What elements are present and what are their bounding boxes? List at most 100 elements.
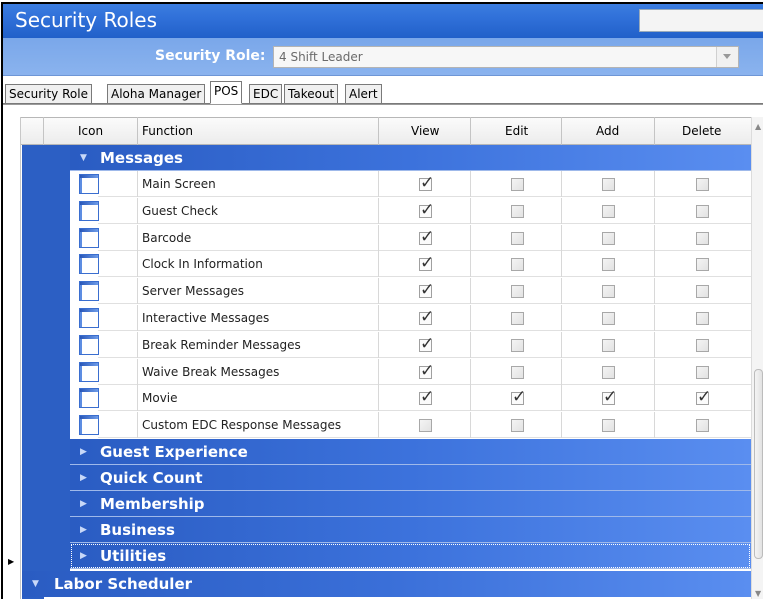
group-indent-bar: [44, 145, 70, 572]
edit-checkbox[interactable]: [511, 204, 524, 218]
column-header-add[interactable]: Add: [596, 117, 619, 145]
group-row-guest-experience[interactable]: ▶ Guest Experience: [70, 439, 751, 465]
function-name: Waive Break Messages: [142, 364, 280, 379]
scroll-up-icon[interactable]: ▲: [755, 122, 761, 131]
group-label: Utilities: [100, 547, 167, 565]
edit-checkbox[interactable]: [511, 419, 524, 433]
column-header-icon[interactable]: Icon: [78, 117, 103, 145]
edit-checkbox[interactable]: [511, 285, 524, 299]
edit-checkbox[interactable]: [511, 258, 524, 272]
add-checkbox[interactable]: [602, 338, 615, 352]
function-name: Guest Check: [142, 203, 218, 218]
edit-checkbox[interactable]: [511, 387, 526, 407]
table-row[interactable]: Server Messages: [70, 278, 751, 305]
delete-checkbox[interactable]: [696, 312, 709, 325]
group-row-business[interactable]: ▶ Business: [70, 517, 751, 543]
group-label: Guest Experience: [100, 443, 248, 461]
table-row[interactable]: Main Screen: [70, 171, 751, 197]
column-header-delete[interactable]: Delete: [682, 117, 721, 145]
add-checkbox[interactable]: [602, 285, 615, 299]
delete-checkbox[interactable]: [696, 285, 709, 299]
icon-cell: [70, 331, 99, 358]
icon-cell: [70, 171, 99, 197]
window-title: Security Roles: [15, 8, 158, 32]
table-row[interactable]: Custom EDC Response Messages: [70, 412, 751, 439]
view-checkbox[interactable]: [419, 361, 434, 381]
triangle-right-icon[interactable]: ▶: [80, 517, 87, 543]
tab-pos[interactable]: POS: [210, 81, 243, 104]
add-checkbox[interactable]: [602, 312, 615, 325]
table-row[interactable]: Guest Check: [70, 197, 751, 224]
edit-checkbox[interactable]: [511, 231, 524, 245]
edit-checkbox[interactable]: [511, 312, 524, 325]
column-header-view[interactable]: View: [411, 117, 439, 145]
triangle-right-icon[interactable]: ▶: [80, 491, 87, 517]
add-checkbox[interactable]: [602, 387, 617, 407]
security-role-dropdown[interactable]: 4 Shift Leader: [273, 46, 739, 68]
icon-cell: [70, 224, 99, 251]
table-row[interactable]: Barcode: [70, 224, 751, 251]
tab-takeout[interactable]: Takeout: [284, 84, 339, 104]
group-row-labor-scheduler[interactable]: ▼ Labor Scheduler: [22, 571, 751, 597]
table-row[interactable]: Waive Break Messages: [70, 358, 751, 385]
view-checkbox[interactable]: [419, 253, 434, 273]
delete-checkbox[interactable]: [696, 178, 709, 191]
table-row[interactable]: Clock In Information: [70, 251, 751, 278]
delete-checkbox[interactable]: [696, 365, 709, 379]
edit-checkbox[interactable]: [511, 365, 524, 379]
add-checkbox[interactable]: [602, 178, 615, 191]
triangle-right-icon[interactable]: ▶: [80, 439, 87, 465]
group-row-messages[interactable]: ▼ Messages: [70, 145, 751, 171]
tab-security-role[interactable]: Security Role: [5, 84, 92, 104]
view-checkbox[interactable]: [419, 334, 434, 354]
window-icon: [79, 174, 99, 194]
group-row-membership[interactable]: ▶ Membership: [70, 491, 751, 517]
dropdown-arrow-icon[interactable]: [716, 47, 738, 67]
delete-checkbox[interactable]: [696, 419, 709, 433]
triangle-right-icon[interactable]: ▶: [80, 465, 87, 491]
function-name: Server Messages: [142, 284, 245, 299]
edit-checkbox[interactable]: [511, 338, 524, 352]
vertical-scrollbar[interactable]: ▲ ▼: [751, 117, 763, 599]
group-row-quick-count[interactable]: ▶ Quick Count: [70, 465, 751, 491]
tab-strip: Security Role Aloha Manager POS EDC Take…: [3, 76, 763, 104]
delete-checkbox[interactable]: [696, 258, 709, 272]
add-checkbox[interactable]: [602, 365, 615, 379]
group-row-utilities[interactable]: ▶ Utilities: [70, 543, 751, 569]
view-checkbox[interactable]: [419, 200, 434, 220]
view-checkbox[interactable]: [419, 307, 434, 327]
column-header-edit[interactable]: Edit: [505, 117, 528, 145]
delete-checkbox[interactable]: [696, 204, 709, 218]
tab-edc[interactable]: EDC: [249, 84, 283, 104]
table-row[interactable]: Movie: [70, 385, 751, 412]
table-row[interactable]: Interactive Messages: [70, 305, 751, 331]
triangle-right-icon[interactable]: ▶: [80, 543, 87, 569]
triangle-down-icon[interactable]: ▼: [32, 571, 39, 597]
group-label: Business: [100, 521, 175, 539]
view-checkbox[interactable]: [419, 173, 434, 193]
window-icon: [79, 281, 99, 302]
scrollbar-thumb[interactable]: [754, 369, 763, 559]
add-checkbox[interactable]: [602, 231, 615, 245]
view-checkbox[interactable]: [419, 227, 434, 247]
column-header-function[interactable]: Function: [142, 117, 193, 145]
add-checkbox[interactable]: [602, 419, 615, 433]
delete-checkbox[interactable]: [696, 231, 709, 245]
view-checkbox[interactable]: [419, 387, 434, 407]
row-indicator-column: [3, 117, 21, 599]
view-checkbox[interactable]: [419, 419, 432, 433]
tab-aloha-manager[interactable]: Aloha Manager: [107, 84, 206, 104]
table-row[interactable]: Break Reminder Messages: [70, 331, 751, 358]
title-bar-field[interactable]: [639, 9, 763, 32]
tab-alert[interactable]: Alert: [345, 84, 382, 104]
security-roles-window: Security Roles Security Role: 4 Shift Le…: [1, 2, 763, 599]
triangle-down-icon[interactable]: ▼: [80, 145, 87, 171]
scroll-down-icon[interactable]: ▼: [755, 589, 761, 598]
delete-checkbox[interactable]: [696, 387, 711, 407]
view-checkbox[interactable]: [419, 280, 434, 300]
edit-checkbox[interactable]: [511, 178, 524, 191]
icon-cell: [70, 305, 99, 331]
delete-checkbox[interactable]: [696, 338, 709, 352]
add-checkbox[interactable]: [602, 204, 615, 218]
add-checkbox[interactable]: [602, 258, 615, 272]
